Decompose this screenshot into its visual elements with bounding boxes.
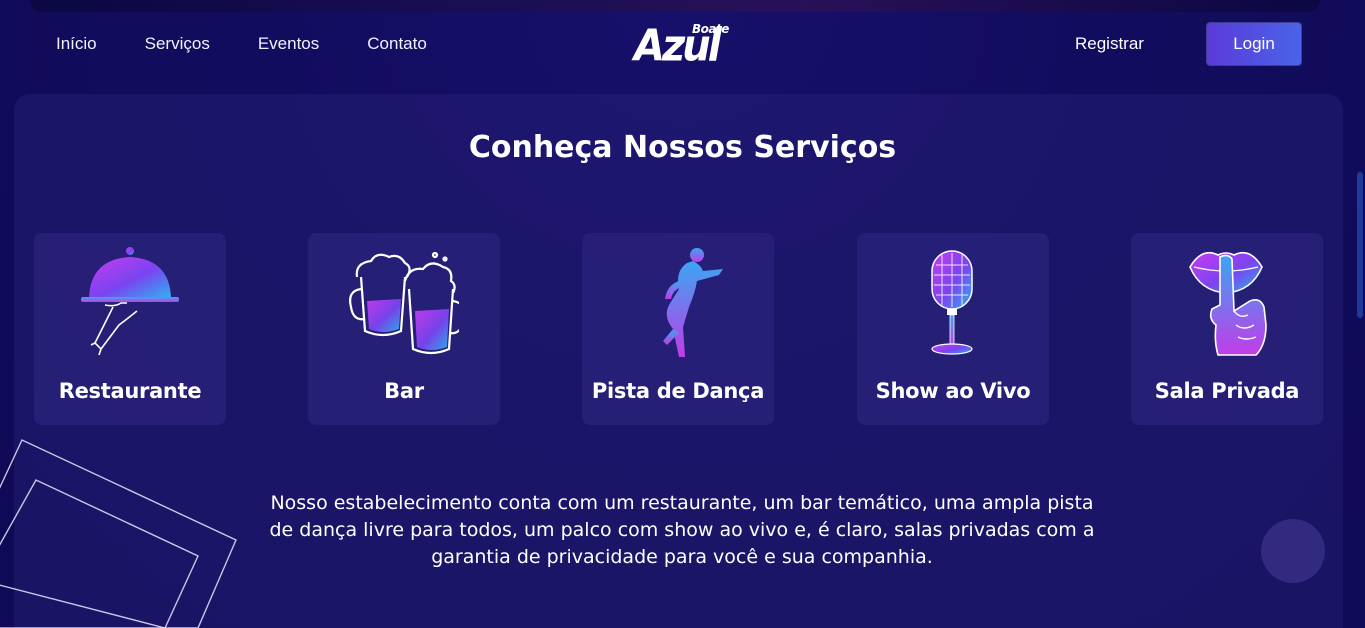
service-card-show-ao-vivo[interactable]: Show ao Vivo	[857, 233, 1049, 425]
navbar: Início Serviços Eventos Contato Azul Boa…	[0, 12, 1365, 80]
login-button[interactable]: Login	[1207, 23, 1301, 65]
scrollbar-thumb[interactable]	[1357, 172, 1363, 318]
logo[interactable]: Azul Boate	[634, 20, 729, 68]
microphone-icon	[931, 250, 973, 355]
service-label-pista-de-danca: Pista de Dança	[591, 379, 765, 403]
dancer-icon	[663, 248, 723, 357]
nav-link-contato[interactable]: Contato	[367, 34, 427, 54]
nav-links: Início Serviços Eventos Contato	[56, 34, 475, 54]
service-card-restaurante[interactable]: Restaurante	[34, 233, 226, 425]
logo-small-text: Boate	[692, 22, 729, 36]
service-label-restaurante: Restaurante	[58, 379, 202, 403]
nav-link-servicos[interactable]: Serviços	[145, 34, 210, 54]
service-card-pista-de-danca[interactable]: Pista de Dança	[582, 233, 774, 425]
nav-link-eventos[interactable]: Eventos	[258, 34, 319, 54]
nav-link-inicio[interactable]: Início	[56, 34, 97, 54]
shush-lips-icon	[1189, 251, 1267, 356]
cloche-icon	[81, 247, 179, 356]
service-label-show-ao-vivo: Show ao Vivo	[875, 379, 1031, 403]
service-label-bar: Bar	[384, 379, 424, 403]
top-banner-edge	[30, 0, 1320, 12]
floating-action-button[interactable]	[1261, 519, 1325, 583]
service-card-bar[interactable]: Bar	[308, 233, 500, 425]
service-card-sala-privada[interactable]: Sala Privada	[1131, 233, 1323, 425]
services-description: Nosso estabelecimento conta com um resta…	[269, 492, 1095, 568]
decorative-frames	[0, 439, 237, 628]
services-title: Conheça Nossos Serviços	[468, 130, 897, 165]
register-link[interactable]: Registrar	[1075, 34, 1144, 54]
service-label-sala-privada: Sala Privada	[1154, 379, 1300, 403]
beer-mugs-icon	[349, 251, 459, 355]
